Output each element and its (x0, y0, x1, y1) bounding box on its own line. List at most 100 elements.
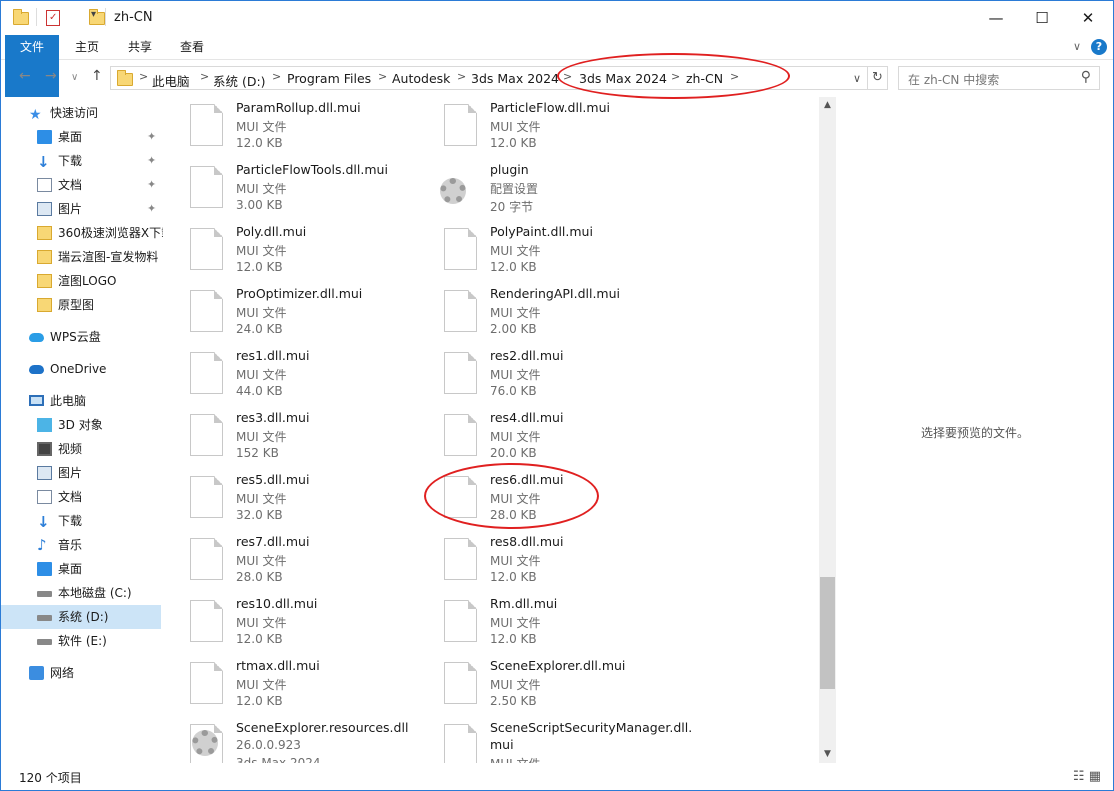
tab-view[interactable]: 查看 (168, 35, 216, 60)
refresh-button[interactable]: ↻ (868, 66, 888, 90)
breadcrumb-zh-cn[interactable]: zh-CN (686, 71, 723, 86)
file-item[interactable]: res10.dll.mui MUI 文件 12.0 KB (164, 596, 414, 658)
onedrive-icon (29, 365, 44, 374)
sidebar-item-label: OneDrive (50, 362, 107, 376)
sidebar-item[interactable]: 桌面 ✦ (1, 125, 161, 149)
maximize-button[interactable]: ☐ (1019, 1, 1065, 35)
file-item[interactable]: SceneScriptSecurityManager.dll. mui MUI 文件 (418, 720, 692, 763)
view-mode-icons[interactable]: ☷ ▦ (1073, 769, 1101, 784)
breadcrumb-3ds-max-2024-inner[interactable]: 3ds Max 2024 (579, 71, 667, 86)
sidebar-item[interactable]: 桌面 (1, 557, 161, 581)
sidebar-item[interactable]: 原型图 (1, 293, 161, 317)
sidebar-item[interactable]: 视频 (1, 437, 161, 461)
breadcrumb-this-pc[interactable]: 此电脑 (152, 71, 190, 90)
sidebar-item[interactable]: 360极速浏览器X下载 (1, 221, 163, 245)
file-item[interactable]: res2.dll.mui MUI 文件 76.0 KB (418, 348, 668, 410)
sidebar-item[interactable]: 3D 对象 (1, 413, 161, 437)
sidebar-item[interactable]: 图片 ✦ (1, 197, 161, 221)
breadcrumb-autodesk[interactable]: Autodesk (392, 71, 450, 86)
file-type: MUI 文件 (490, 368, 541, 382)
close-button[interactable]: ✕ (1065, 1, 1111, 35)
recent-locations-button[interactable]: ∨ (71, 72, 78, 83)
tab-home[interactable]: 主页 (63, 35, 111, 60)
expand-ribbon-icon[interactable]: ∨ (1073, 40, 1081, 53)
file-item[interactable]: res5.dll.mui MUI 文件 32.0 KB (164, 472, 414, 534)
address-dropdown-icon[interactable]: ∨ (853, 72, 861, 85)
search-input[interactable]: 在 zh-CN 中搜索 (908, 71, 999, 88)
help-icon[interactable]: ? (1091, 39, 1107, 55)
sidebar-item[interactable]: 瑞云渲图-宣发物料 (1, 245, 161, 269)
sidebar-item[interactable]: OneDrive (1, 357, 161, 381)
sidebar-item-label: WPS云盘 (50, 330, 101, 344)
breadcrumb-separator[interactable]: > (272, 70, 281, 83)
sidebar-item[interactable]: ♪ 音乐 (1, 533, 161, 557)
file-icon (444, 476, 477, 518)
file-item[interactable]: SceneExplorer.resources.dll 26.0.0.923 3ds… (164, 720, 414, 763)
file-item[interactable]: SceneExplorer.dll.mui MUI 文件 2.50 KB (418, 658, 668, 720)
breadcrumb-separator[interactable]: > (671, 70, 680, 83)
scroll-thumb[interactable] (820, 577, 835, 689)
up-button[interactable]: ↑ (91, 68, 103, 84)
file-item[interactable]: ParamRollup.dll.mui MUI 文件 12.0 KB (164, 100, 414, 162)
file-type: MUI 文件 (236, 430, 287, 444)
file-icon (190, 662, 223, 704)
file-item[interactable]: ProOptimizer.dll.mui MUI 文件 24.0 KB (164, 286, 414, 348)
sidebar-item[interactable]: 本地磁盘 (C:) (1, 581, 161, 605)
tab-share[interactable]: 共享 (116, 35, 164, 60)
sidebar-item[interactable]: 系统 (D:) (1, 605, 161, 629)
sidebar-item[interactable]: 网络 (1, 661, 161, 685)
breadcrumb-drive-d[interactable]: 系统 (D:) (213, 71, 266, 90)
file-item[interactable]: ParticleFlow.dll.mui MUI 文件 12.0 KB (418, 100, 668, 162)
file-item[interactable]: rtmax.dll.mui MUI 文件 12.0 KB (164, 658, 414, 720)
scroll-down-arrow[interactable]: ▼ (819, 746, 836, 763)
breadcrumb-program-files[interactable]: Program Files (287, 71, 371, 86)
file-item[interactable]: res8.dll.mui MUI 文件 12.0 KB (418, 534, 668, 596)
file-item[interactable]: plugin 配置设置 20 字节 (418, 162, 668, 224)
sidebar-item-label: 图片 (58, 466, 83, 480)
scroll-up-arrow[interactable]: ▲ (819, 97, 836, 114)
sidebar-item[interactable]: 图片 (1, 461, 161, 485)
file-name: res10.dll.mui (236, 596, 318, 611)
sidebar-item[interactable]: 文档 (1, 485, 161, 509)
back-button[interactable]: ← (19, 68, 31, 84)
file-item[interactable]: res6.dll.mui MUI 文件 28.0 KB (418, 472, 668, 534)
file-item[interactable]: Poly.dll.mui MUI 文件 12.0 KB (164, 224, 414, 286)
sidebar-item-label: 渲图LOGO (58, 274, 117, 288)
sidebar-item[interactable]: 渲图LOGO (1, 269, 161, 293)
sidebar-item[interactable]: ↓ 下载 ✦ (1, 149, 161, 173)
vertical-scrollbar[interactable]: ▲ ▼ (819, 97, 836, 763)
file-type: MUI 文件 (490, 430, 541, 444)
minimize-button[interactable]: — (973, 1, 1019, 35)
file-type: MUI 文件 (490, 492, 541, 506)
file-item[interactable]: RenderingAPI.dll.mui MUI 文件 2.00 KB (418, 286, 668, 348)
sidebar-item[interactable]: ↓ 下载 (1, 509, 161, 533)
file-item[interactable]: res7.dll.mui MUI 文件 28.0 KB (164, 534, 414, 596)
sidebar-item-label: 音乐 (58, 538, 83, 552)
breadcrumb-separator[interactable]: > (457, 70, 466, 83)
properties-icon[interactable]: ✓ (46, 10, 60, 26)
search-box[interactable]: 在 zh-CN 中搜索 ⚲ (898, 66, 1100, 90)
sidebar-item[interactable]: 此电脑 (1, 389, 161, 413)
file-item[interactable]: res1.dll.mui MUI 文件 44.0 KB (164, 348, 414, 410)
file-name: SceneExplorer.dll.mui (490, 658, 626, 673)
search-icon[interactable]: ⚲ (1081, 69, 1091, 85)
breadcrumb-separator[interactable]: > (200, 70, 209, 83)
address-bar[interactable]: > 此电脑 > 系统 (D:) > Program Files > Autode… (110, 66, 868, 90)
breadcrumb-separator[interactable]: > (378, 70, 387, 83)
breadcrumb-3ds-max-2024[interactable]: 3ds Max 2024 (471, 71, 559, 86)
file-item[interactable]: res4.dll.mui MUI 文件 20.0 KB (418, 410, 668, 472)
customize-quick-access-icon[interactable]: ▾ (91, 9, 96, 27)
sidebar-item[interactable]: 文档 ✦ (1, 173, 161, 197)
sidebar-item[interactable]: 软件 (E:) (1, 629, 161, 653)
breadcrumb-separator[interactable]: > (730, 70, 739, 83)
file-item[interactable]: Rm.dll.mui MUI 文件 12.0 KB (418, 596, 668, 658)
file-item[interactable]: PolyPaint.dll.mui MUI 文件 12.0 KB (418, 224, 668, 286)
sidebar-item[interactable]: WPS云盘 (1, 325, 161, 349)
file-item[interactable]: res3.dll.mui MUI 文件 152 KB (164, 410, 414, 472)
forward-button[interactable]: → (45, 68, 57, 84)
settings-file-icon (440, 178, 466, 204)
breadcrumb-separator[interactable]: > (563, 70, 572, 83)
file-item[interactable]: ParticleFlowTools.dll.mui MUI 文件 3.00 KB (164, 162, 414, 224)
sidebar-item[interactable]: ★ 快速访问 (1, 101, 161, 125)
breadcrumb-separator[interactable]: > (139, 70, 148, 83)
